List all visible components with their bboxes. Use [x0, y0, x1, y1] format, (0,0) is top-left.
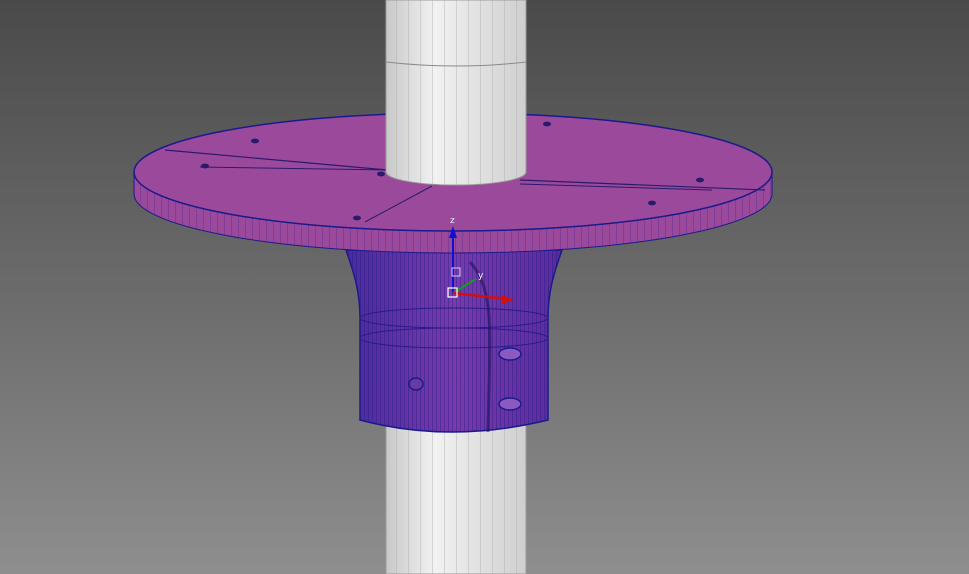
- mounting-hole: [696, 177, 704, 183]
- mounting-hole: [648, 200, 656, 206]
- shaft-upper[interactable]: [385, 0, 527, 186]
- shaft-lower[interactable]: [385, 419, 527, 574]
- mounting-hole: [201, 163, 209, 169]
- scene: z y: [133, 0, 773, 574]
- mounting-hole: [251, 138, 259, 144]
- screw-hole: [498, 347, 522, 361]
- 3d-viewport[interactable]: z y: [0, 0, 969, 574]
- screw-hole: [498, 397, 522, 411]
- mounting-hole: [543, 121, 551, 127]
- mounting-hole: [377, 171, 385, 177]
- z-axis-label: z: [450, 216, 455, 226]
- screw-hole: [408, 377, 424, 391]
- y-axis-label: y: [478, 271, 484, 281]
- mounting-hole: [353, 215, 361, 221]
